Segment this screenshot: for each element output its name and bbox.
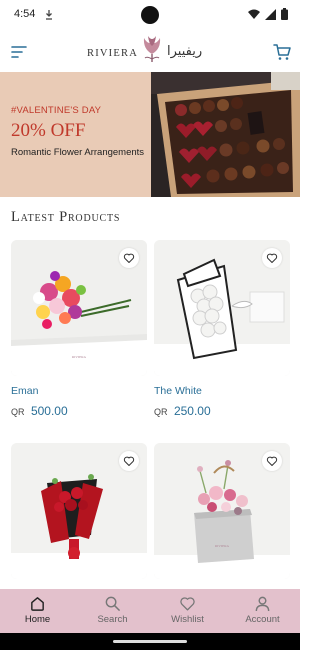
cart-icon[interactable] bbox=[272, 42, 292, 62]
wishlist-button[interactable] bbox=[262, 248, 282, 268]
status-time: 4:54 bbox=[14, 8, 36, 20]
nav-label-search: Search bbox=[97, 614, 128, 625]
svg-text:RIVIERA: RIVIERA bbox=[72, 355, 87, 359]
logo-arabic-text: ريفييرا bbox=[167, 44, 203, 59]
nav-item-wishlist[interactable]: Wishlist bbox=[150, 589, 225, 633]
wifi-icon bbox=[248, 9, 260, 19]
logo-text: RIVIERA bbox=[87, 48, 138, 59]
wishlist-button[interactable] bbox=[119, 451, 139, 471]
product-image[interactable] bbox=[154, 240, 290, 376]
banner-discount: 20% OFF bbox=[11, 120, 86, 141]
nav-label-account: Account bbox=[245, 614, 280, 625]
heart-outline-icon bbox=[266, 456, 278, 466]
wishlist-button[interactable] bbox=[262, 451, 282, 471]
gesture-handle[interactable] bbox=[113, 640, 187, 643]
heart-outline-icon bbox=[123, 253, 135, 263]
search-icon bbox=[105, 596, 120, 611]
product-card[interactable]: RIVIERA Eman QR 500.00 bbox=[11, 240, 147, 420]
nav-item-account[interactable]: Account bbox=[225, 589, 300, 633]
wishlist-button[interactable] bbox=[119, 248, 139, 268]
price-currency: QR bbox=[154, 407, 168, 417]
bottom-nav: Home Search Wishlist Account bbox=[0, 589, 300, 633]
product-name[interactable]: Eman bbox=[11, 385, 147, 397]
price-currency: QR bbox=[11, 407, 25, 417]
tulip-logo-icon bbox=[143, 36, 161, 62]
battery-icon bbox=[281, 8, 288, 20]
heart-outline-icon bbox=[266, 253, 278, 263]
product-image[interactable] bbox=[11, 443, 147, 579]
signal-icon bbox=[265, 8, 276, 20]
svg-text:RIVIERA: RIVIERA bbox=[215, 544, 230, 548]
system-gesture-bar bbox=[0, 633, 300, 650]
product-card[interactable] bbox=[11, 443, 147, 579]
product-card[interactable]: RIVIERA bbox=[154, 443, 290, 579]
product-name[interactable]: The White bbox=[154, 385, 290, 397]
banner-tag: #VALENTINE'S DAY bbox=[11, 105, 102, 116]
heart-outline-icon bbox=[123, 456, 135, 466]
status-bar: 4:54 bbox=[0, 0, 300, 32]
notification-icon bbox=[46, 10, 52, 20]
promo-banner[interactable]: #VALENTINE'S DAY 20% OFF Romantic Flower… bbox=[0, 72, 300, 197]
nav-item-search[interactable]: Search bbox=[75, 589, 150, 633]
price-amount: 250.00 bbox=[173, 404, 211, 418]
section-title: Latest Products bbox=[11, 209, 121, 225]
product-image[interactable]: RIVIERA bbox=[154, 443, 290, 579]
app-header: RIVIERA ريفييرا bbox=[0, 32, 300, 72]
nav-item-home[interactable]: Home bbox=[0, 589, 75, 633]
product-card[interactable]: The White QR 250.00 bbox=[154, 240, 290, 420]
product-image[interactable]: RIVIERA bbox=[11, 240, 147, 376]
heart-icon bbox=[180, 597, 195, 611]
nav-label-wishlist: Wishlist bbox=[171, 614, 204, 625]
chocolate-box-image bbox=[151, 72, 300, 197]
camera-cutout bbox=[141, 6, 159, 24]
product-price: QR 500.00 bbox=[11, 402, 147, 420]
menu-icon[interactable] bbox=[10, 42, 30, 62]
price-amount: 500.00 bbox=[30, 404, 68, 418]
brand-logo[interactable]: RIVIERA ريفييرا bbox=[87, 34, 217, 68]
nav-label-home: Home bbox=[24, 614, 51, 625]
product-price: QR 250.00 bbox=[154, 402, 290, 420]
banner-subtitle: Romantic Flower Arrangements bbox=[11, 147, 145, 158]
home-icon bbox=[31, 597, 44, 611]
user-icon bbox=[255, 596, 270, 612]
